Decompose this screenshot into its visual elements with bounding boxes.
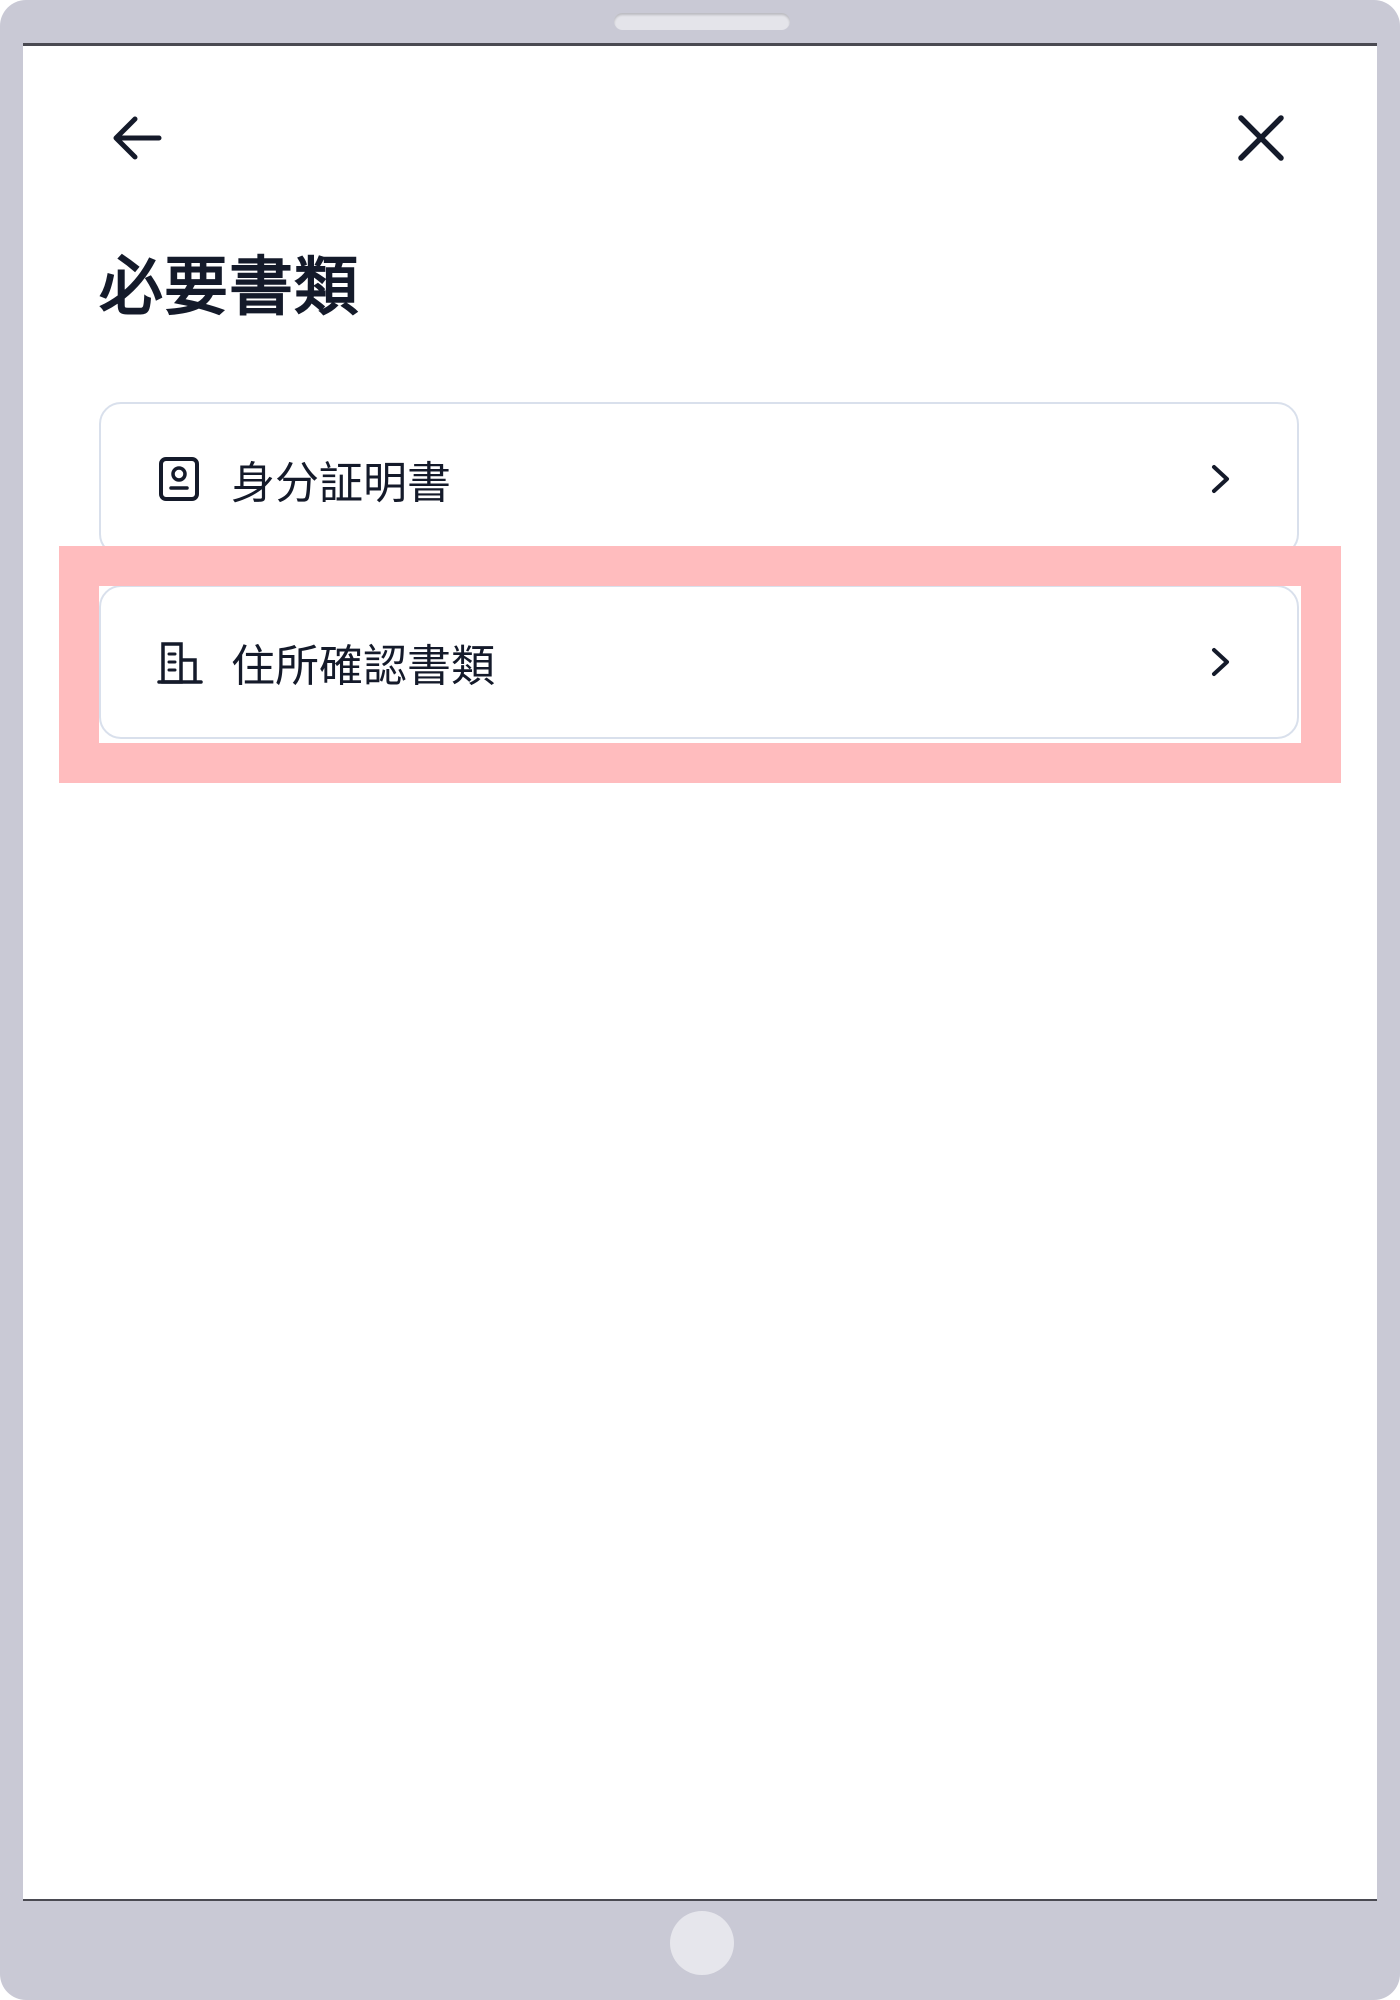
close-button[interactable]	[1225, 104, 1297, 176]
document-item-label: 住所確認書類	[231, 641, 495, 692]
arrow-left-icon	[107, 108, 167, 172]
building-icon	[155, 638, 203, 686]
document-item-identity[interactable]: 身分証明書	[99, 402, 1299, 556]
chevron-right-icon	[1205, 642, 1235, 682]
speaker-slot	[614, 13, 790, 30]
back-button[interactable]	[101, 104, 173, 176]
tablet-frame: 必要書類 身分証明書 住所確認書類	[0, 0, 1400, 2000]
page-title: 必要書類	[99, 251, 359, 325]
document-item-label: 身分証明書	[231, 458, 451, 509]
close-icon	[1233, 110, 1289, 170]
id-card-icon	[155, 455, 203, 503]
document-item-address[interactable]: 住所確認書類	[99, 585, 1299, 739]
screen: 必要書類 身分証明書 住所確認書類	[23, 43, 1377, 1901]
home-button[interactable]	[670, 1911, 734, 1975]
chevron-right-icon	[1205, 459, 1235, 499]
